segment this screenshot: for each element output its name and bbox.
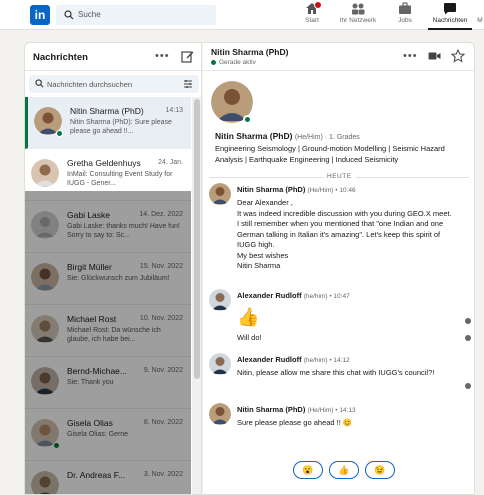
day-label: HEUTE xyxy=(323,173,356,180)
online-indicator xyxy=(243,115,252,124)
message-group: Nitin Sharma (PhD) (He/Him) • 10:46 Dear… xyxy=(203,183,471,283)
message-search-placeholder: Nachrichten durchsuchen xyxy=(47,80,133,89)
linkedin-logo[interactable]: in xyxy=(30,5,50,25)
avatar[interactable] xyxy=(209,353,231,375)
avatar[interactable] xyxy=(209,183,231,205)
chat-contact-status: Gerade aktiv xyxy=(219,59,256,66)
conversation-snippet: InMail: Consulting Event Study for IUGG … xyxy=(67,171,173,187)
message-header: Nitin Sharma (PhD) (He/Him) • 14:13 xyxy=(237,405,356,414)
conversation-list-panel: Nachrichten ••• Nachrichten durchsuchen … xyxy=(24,42,202,495)
read-receipt-icon xyxy=(465,383,471,389)
messaging-icon xyxy=(444,3,456,15)
day-divider: HEUTE xyxy=(203,172,474,182)
reaction-surprised-button[interactable]: 😮 xyxy=(293,461,323,479)
thumbs-up-emoji: 👍 xyxy=(237,307,260,327)
message-line: Nitin Sharma xyxy=(237,261,281,270)
message-line: Sure please please go ahead !! 😊 xyxy=(237,418,353,427)
message-meta: (He/Him) • 10:46 xyxy=(307,187,356,194)
message-line: Will do! xyxy=(237,333,262,342)
video-call-icon[interactable] xyxy=(428,51,441,61)
message-line: My best wishes xyxy=(237,250,289,260)
search-icon xyxy=(64,10,74,20)
read-receipt-icon xyxy=(465,335,471,341)
message-sender[interactable]: Alexander Rudloff xyxy=(237,355,302,364)
online-indicator xyxy=(211,60,216,65)
search-icon xyxy=(35,79,44,88)
message-body: Dear Alexander , It was indeed incredibl… xyxy=(237,198,455,272)
conversation-item[interactable]: Nitin Sharma (PhD) 14:13 Nitin Sharma (P… xyxy=(25,97,191,149)
nav-label-more: M xyxy=(477,17,483,24)
nav-item-more[interactable]: M xyxy=(475,17,484,45)
chat-panel: Nitin Sharma (PhD) Gerade aktiv ••• Niti… xyxy=(203,42,475,495)
nav-label-home: Start xyxy=(305,17,319,24)
message-sender[interactable]: Nitin Sharma (PhD) xyxy=(237,405,305,414)
conversation-name: Nitin Sharma (PhD) xyxy=(70,106,144,116)
avatar[interactable] xyxy=(209,403,231,425)
star-icon[interactable] xyxy=(451,49,465,63)
chat-contact-name[interactable]: Nitin Sharma (PhD) xyxy=(211,47,288,57)
dimmed-overlay xyxy=(25,191,191,494)
profile-name-text: Nitin Sharma (PhD) xyxy=(215,131,293,141)
more-options-icon[interactable]: ••• xyxy=(155,50,170,62)
messaging-title: Nachrichten xyxy=(33,52,88,63)
conversation-snippet: Nitin Sharma (PhD): Sure please please g… xyxy=(70,119,172,135)
conversation-list-scrollbar[interactable] xyxy=(192,97,201,494)
nav-label-network: Ihr Netzwerk xyxy=(339,17,377,24)
reaction-wink-button[interactable]: 😉 xyxy=(365,461,395,479)
nav-label-messaging: Nachrichten xyxy=(432,17,468,24)
message-sender[interactable]: Nitin Sharma (PhD) xyxy=(237,185,305,194)
notification-badge xyxy=(314,1,322,9)
message-line: Dear Alexander , xyxy=(237,198,293,207)
briefcase-icon xyxy=(399,2,411,14)
conversation-name: Gretha Geldenhuys xyxy=(67,158,141,168)
message-header: Alexander Rudloff (he/him) • 14:12 xyxy=(237,355,350,364)
avatar[interactable] xyxy=(209,289,231,311)
message-meta: (he/him) • 10:47 xyxy=(303,293,350,300)
message-group: Nitin Sharma (PhD) (He/Him) • 14:13 Sure… xyxy=(203,403,471,439)
filter-icon[interactable] xyxy=(183,79,193,89)
network-icon xyxy=(352,3,365,15)
more-options-icon[interactable]: ••• xyxy=(403,50,418,62)
global-search-input[interactable]: Suche xyxy=(56,5,216,25)
reaction-thumbs-up-button[interactable]: 👍 xyxy=(329,461,359,479)
chat-header: Nitin Sharma (PhD) Gerade aktiv ••• xyxy=(203,43,474,71)
profile-pronouns-degree: (He/Him) · 1. Grades xyxy=(294,134,360,141)
message-meta: (he/him) • 14:12 xyxy=(303,357,350,364)
nav-label-jobs: Jobs xyxy=(398,17,412,24)
nav-item-network[interactable]: Ihr Netzwerk xyxy=(336,2,380,30)
top-navigation-bar: in Suche Start Ihr Netzwerk Jobs Nachric… xyxy=(0,0,484,30)
message-search-input[interactable]: Nachrichten durchsuchen xyxy=(29,75,199,93)
message-line: Nitin, please allow me share this chat w… xyxy=(237,368,435,377)
nav-item-messaging[interactable]: Nachrichten xyxy=(428,2,472,30)
message-header: Nitin Sharma (PhD) (He/Him) • 10:46 xyxy=(237,185,356,194)
scrollbar-thumb[interactable] xyxy=(194,99,200,379)
compose-message-icon[interactable] xyxy=(181,50,194,63)
message-line: It was indeed incredible discussion with… xyxy=(237,208,452,250)
conversation-date: 24. Jan. xyxy=(158,159,183,166)
message-sender[interactable]: Alexander Rudloff xyxy=(237,291,302,300)
conversation-list-header: Nachrichten ••• xyxy=(25,43,201,71)
message-meta: (He/Him) • 14:13 xyxy=(307,407,356,414)
message-group: Alexander Rudloff (he/him) • 10:47 👍 Wil… xyxy=(203,289,471,351)
profile-headline: Engineering Seismology | Ground-motion M… xyxy=(215,144,445,164)
message-group: Alexander Rudloff (he/him) • 14:12 Nitin… xyxy=(203,353,471,393)
nav-item-home[interactable]: Start xyxy=(300,1,324,30)
avatar xyxy=(31,159,59,187)
nav-item-jobs[interactable]: Jobs xyxy=(393,2,417,30)
online-indicator xyxy=(56,130,63,137)
search-placeholder: Suche xyxy=(78,10,101,19)
read-receipt-icon xyxy=(465,318,471,324)
message-header: Alexander Rudloff (he/him) • 10:47 xyxy=(237,291,350,300)
profile-name[interactable]: Nitin Sharma (PhD) (He/Him) · 1. Grades xyxy=(215,131,360,141)
conversation-date: 14:13 xyxy=(165,107,183,114)
